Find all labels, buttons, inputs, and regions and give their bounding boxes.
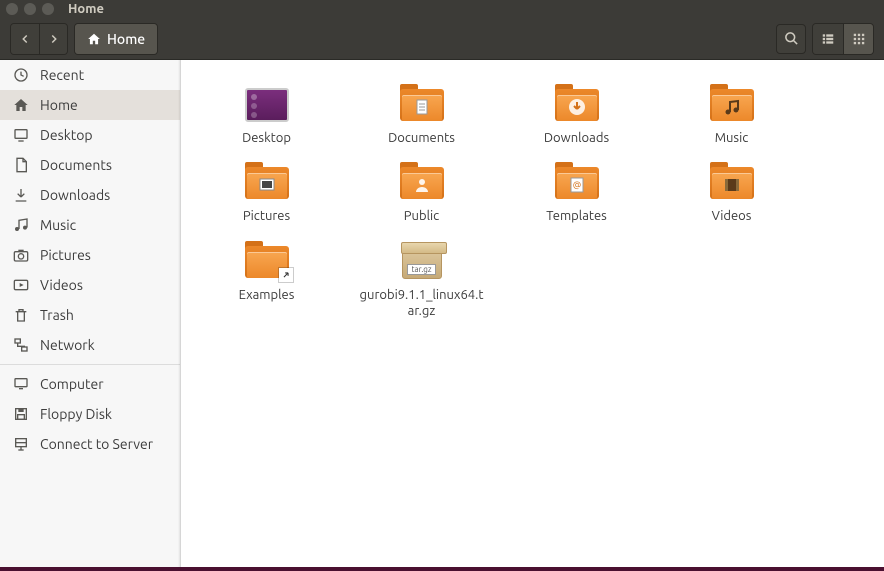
sidebar-item-label: Downloads (40, 187, 110, 203)
forward-button[interactable] (39, 24, 67, 54)
breadcrumb-home[interactable]: Home (75, 24, 157, 54)
chevron-left-icon (18, 32, 32, 46)
breadcrumb: Home (74, 23, 158, 55)
desktop-icon (12, 126, 30, 144)
search-button[interactable] (776, 24, 806, 54)
network-icon (12, 336, 30, 354)
grid-icon (852, 32, 866, 46)
sidebar-item-pictures[interactable]: Pictures (0, 240, 180, 270)
sidebar-item-documents[interactable]: Documents (0, 150, 180, 180)
file-item-label: Desktop (242, 130, 291, 146)
folder-icon (398, 162, 446, 204)
folder-icon (243, 162, 291, 204)
sidebar-item-label: Floppy Disk (40, 406, 112, 422)
window-maximize-button[interactable] (42, 3, 54, 15)
sidebar-item-home[interactable]: Home (0, 90, 180, 120)
sidebar-item-trash[interactable]: Trash (0, 300, 180, 330)
folder-icon (243, 241, 291, 283)
clock-icon (12, 66, 30, 84)
download-icon (12, 186, 30, 204)
sidebar-item-label: Videos (40, 277, 83, 293)
archive-icon: tar.gz (398, 241, 446, 283)
file-item-templates[interactable]: Templates (499, 154, 654, 232)
list-icon (821, 32, 835, 46)
content-pane[interactable]: Desktop Documents Downloads Music Pictures Pu… (181, 60, 884, 567)
back-button[interactable] (11, 24, 39, 54)
floppy-icon (12, 405, 30, 423)
view-toggle-group (812, 23, 874, 55)
sidebar: Recent Home Desktop Documents Downloads Music… (0, 60, 181, 567)
sidebar-separator (0, 364, 180, 365)
file-item-examples[interactable]: Examples (189, 233, 344, 328)
desktop-icon (243, 84, 291, 126)
folder-icon (553, 84, 601, 126)
sidebar-item-label: Desktop (40, 127, 93, 143)
grid-view-button[interactable] (843, 24, 873, 54)
sidebar-item-music[interactable]: Music (0, 210, 180, 240)
sidebar-item-label: Trash (40, 307, 74, 323)
list-view-button[interactable] (813, 24, 843, 54)
trash-icon (12, 306, 30, 324)
folder-icon (398, 84, 446, 126)
home-icon (87, 32, 101, 46)
chevron-right-icon (47, 32, 61, 46)
breadcrumb-label: Home (107, 31, 145, 47)
sidebar-item-label: Recent (40, 67, 84, 83)
file-item-desktop[interactable]: Desktop (189, 76, 344, 154)
file-item-label: gurobi9.1.1_linux64.tar.gz (357, 287, 487, 320)
sidebar-item-label: Connect to Server (40, 436, 153, 452)
sidebar-item-label: Computer (40, 376, 104, 392)
window-close-button[interactable] (6, 3, 18, 15)
sidebar-item-desktop[interactable]: Desktop (0, 120, 180, 150)
sidebar-item-recent[interactable]: Recent (0, 60, 180, 90)
search-icon (784, 31, 799, 46)
file-item-label: Downloads (544, 130, 609, 146)
file-item-label: Documents (388, 130, 455, 146)
file-item-label: Templates (546, 208, 607, 224)
file-item-music[interactable]: Music (654, 76, 809, 154)
sidebar-item-videos[interactable]: Videos (0, 270, 180, 300)
server-icon (12, 435, 30, 453)
file-item-downloads[interactable]: Downloads (499, 76, 654, 154)
music-icon (12, 216, 30, 234)
file-item-pictures[interactable]: Pictures (189, 154, 344, 232)
camera-icon (12, 246, 30, 264)
computer-icon (12, 375, 30, 393)
home-icon (12, 96, 30, 114)
titlebar: Home (0, 0, 884, 18)
file-item-public[interactable]: Public (344, 154, 499, 232)
window-title: Home (68, 2, 104, 16)
window-minimize-button[interactable] (24, 3, 36, 15)
sidebar-item-computer[interactable]: Computer (0, 369, 180, 399)
file-item-label: Music (715, 130, 749, 146)
sidebar-item-network[interactable]: Network (0, 330, 180, 360)
file-item-label: Examples (239, 287, 295, 303)
sidebar-item-label: Network (40, 337, 95, 353)
doc-icon (12, 156, 30, 174)
sidebar-item-label: Music (40, 217, 76, 233)
sidebar-item-label: Pictures (40, 247, 91, 263)
nav-group (10, 23, 68, 55)
folder-icon (708, 162, 756, 204)
file-item-label: Pictures (243, 208, 290, 224)
bottom-bar (0, 567, 884, 571)
toolbar: Home (0, 18, 884, 60)
sidebar-item-connect[interactable]: Connect to Server (0, 429, 180, 459)
main-area: Recent Home Desktop Documents Downloads Music… (0, 60, 884, 567)
video-icon (12, 276, 30, 294)
sidebar-item-downloads[interactable]: Downloads (0, 180, 180, 210)
sidebar-item-label: Home (40, 97, 78, 113)
sidebar-item-floppy[interactable]: Floppy Disk (0, 399, 180, 429)
file-item-label: Public (404, 208, 439, 224)
file-item-gurobi[interactable]: tar.gz gurobi9.1.1_linux64.tar.gz (344, 233, 499, 328)
folder-icon (708, 84, 756, 126)
sidebar-item-label: Documents (40, 157, 112, 173)
folder-icon (553, 162, 601, 204)
file-item-videos[interactable]: Videos (654, 154, 809, 232)
file-item-documents[interactable]: Documents (344, 76, 499, 154)
file-item-label: Videos (712, 208, 752, 224)
